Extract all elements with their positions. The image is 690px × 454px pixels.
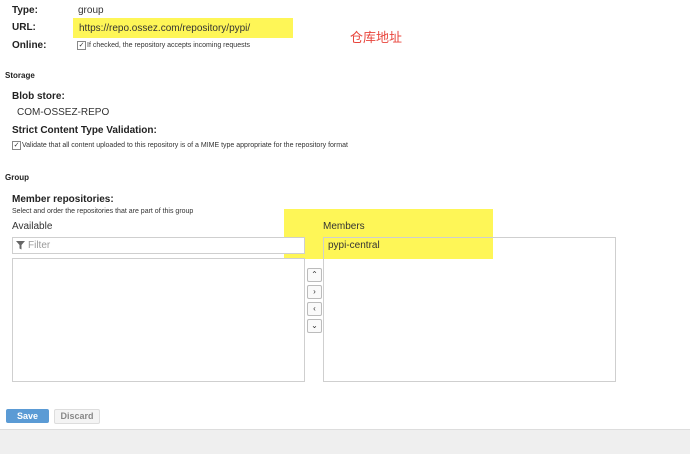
add-member-button[interactable]: › <box>307 285 322 299</box>
member-item[interactable]: pypi-central <box>328 240 380 251</box>
available-list[interactable] <box>12 258 305 382</box>
footer-bar <box>0 429 690 454</box>
url-link[interactable]: https://repo.ossez.com/repository/pypi/ <box>79 23 250 34</box>
members-list[interactable]: pypi-central <box>323 237 616 382</box>
available-label: Available <box>12 221 53 232</box>
annotation-text: 仓库地址 <box>350 30 403 45</box>
strict-validation-description: Validate that all content uploaded to th… <box>22 142 348 149</box>
type-label: Type: <box>12 5 38 16</box>
storage-section-title: Storage <box>5 71 35 80</box>
url-label: URL: <box>12 22 36 33</box>
member-repositories-description: Select and order the repositories that a… <box>12 208 194 215</box>
strict-validation-checkbox[interactable]: ✓ <box>12 141 21 150</box>
move-down-button[interactable]: ⌄ <box>307 319 322 333</box>
chevron-down-icon: ⌄ <box>311 321 318 330</box>
online-description: If checked, the repository accepts incom… <box>87 42 251 49</box>
group-section-title: Group <box>5 173 29 182</box>
move-up-button[interactable]: ⌃ <box>307 268 322 282</box>
chevron-up-icon: ⌃ <box>311 270 318 279</box>
save-button[interactable]: Save <box>6 409 49 423</box>
filter-icon <box>16 241 25 250</box>
online-label: Online: <box>12 40 47 51</box>
chevron-left-icon: ‹ <box>313 304 316 313</box>
member-repositories-label: Member repositories: <box>12 194 114 205</box>
remove-member-button[interactable]: ‹ <box>307 302 322 316</box>
blob-store-value: COM-OSSEZ-REPO <box>17 107 110 118</box>
filter-input[interactable]: Filter <box>12 237 305 254</box>
chevron-right-icon: › <box>313 287 316 296</box>
members-column-label: Members <box>323 221 365 232</box>
discard-button[interactable]: Discard <box>54 409 100 424</box>
type-value: group <box>78 5 104 16</box>
online-checkbox[interactable]: ✓ <box>77 41 86 50</box>
blob-store-label: Blob store: <box>12 91 65 102</box>
strict-validation-label: Strict Content Type Validation: <box>12 125 157 136</box>
filter-placeholder: Filter <box>28 240 51 251</box>
